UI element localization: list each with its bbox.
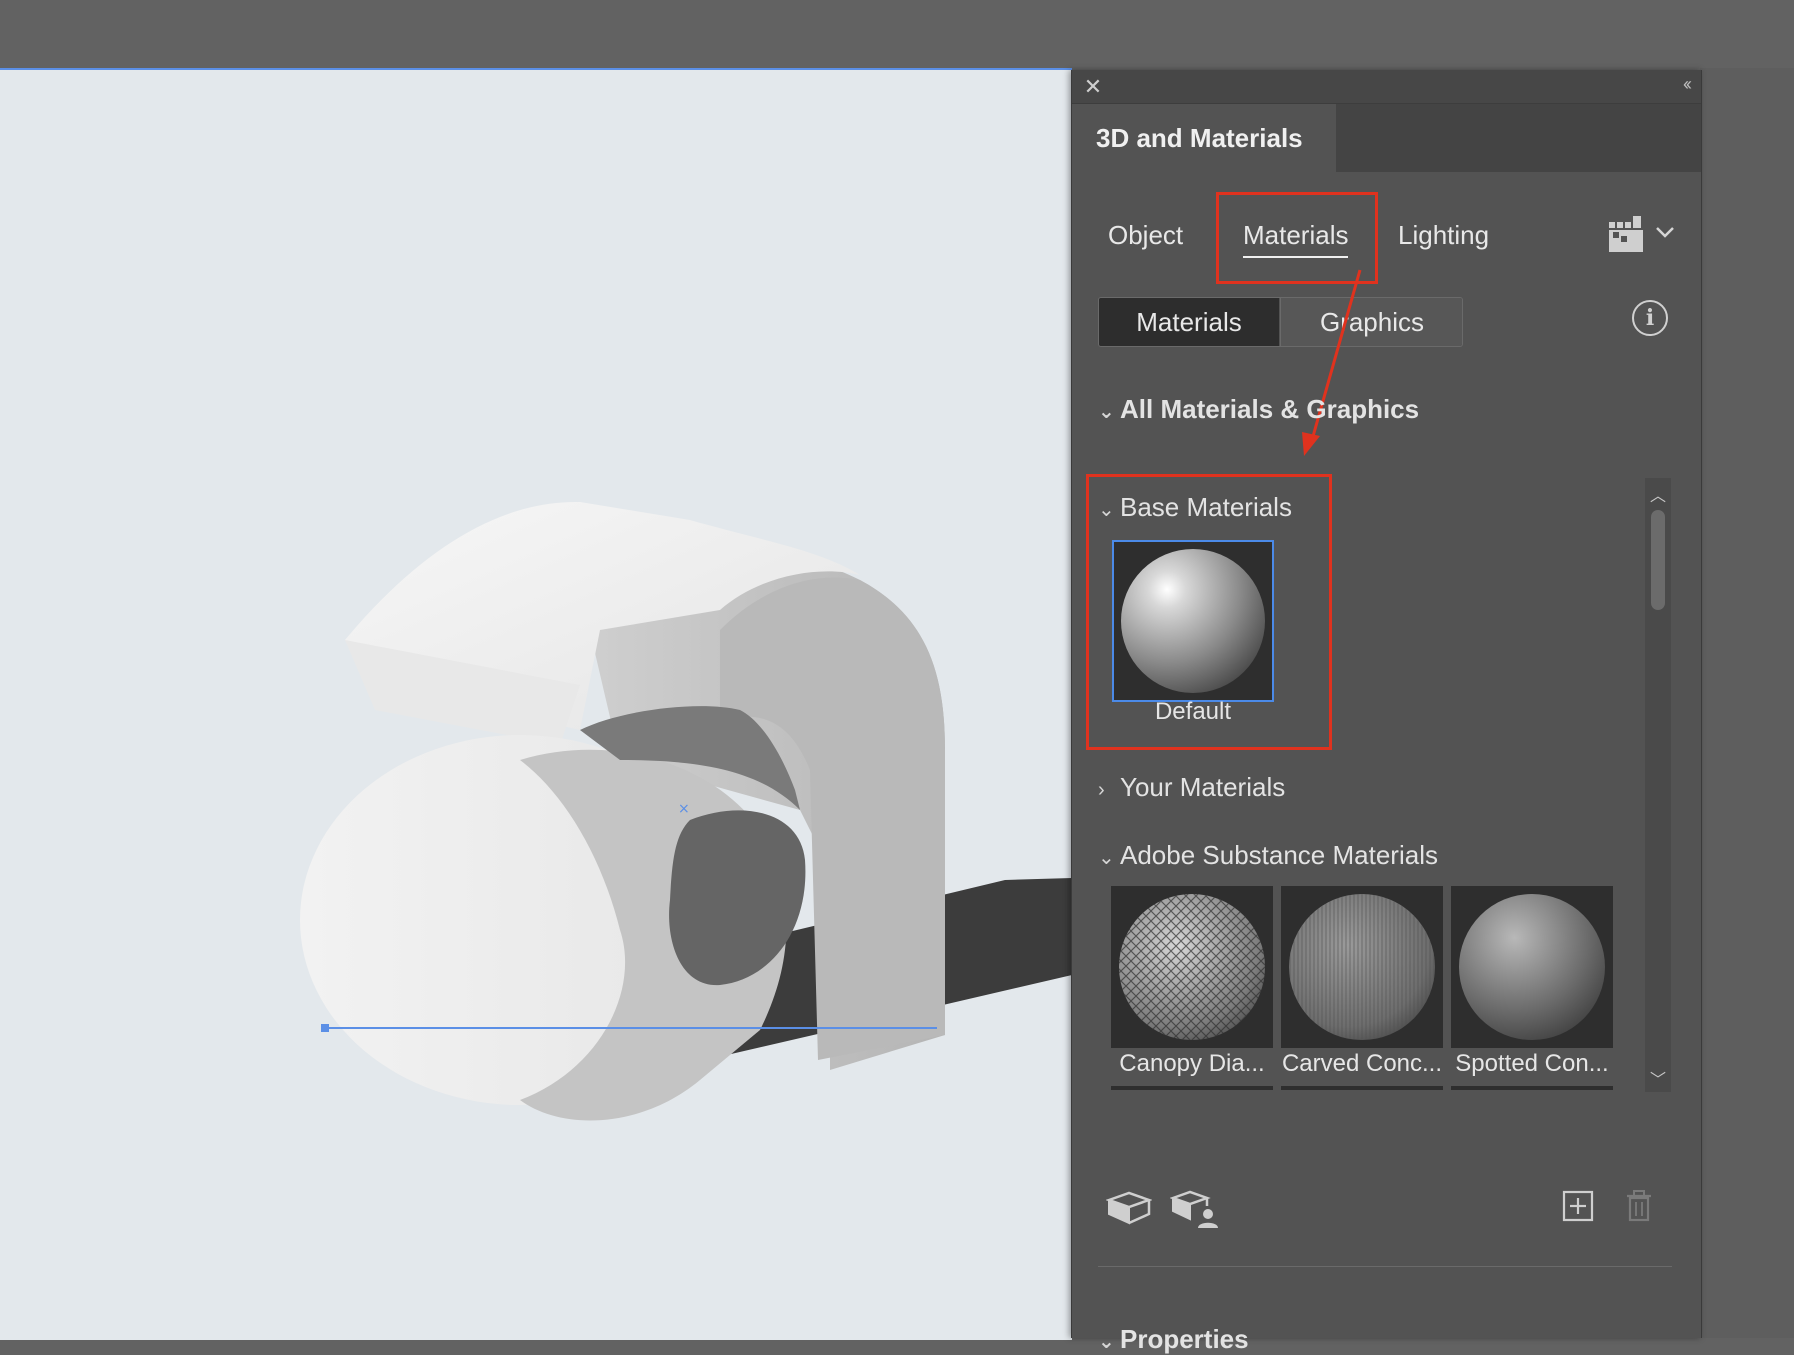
cube-user-icon[interactable] [1170,1190,1220,1230]
sphere-preview-canopy [1119,894,1265,1040]
next-row-tile [1281,1086,1443,1090]
material-tile-spotted-concrete[interactable] [1451,886,1613,1048]
materials-scrollbar[interactable]: ︿ ﹀ [1645,478,1671,1092]
material-label-default: Default [1154,698,1232,725]
chevron-down-icon: ⌄ [1098,401,1115,423]
trash-icon[interactable] [1625,1190,1653,1222]
chevron-down-icon: ⌄ [1098,847,1115,869]
add-icon[interactable] [1562,1190,1594,1222]
3d-materials-panel: ✕ ‹‹ 3D and Materials Object Materials L… [1071,70,1702,1354]
material-label-spotted-concrete: Spotted Con... [1455,1050,1609,1077]
next-row-tile [1111,1086,1273,1090]
next-row-tile [1451,1086,1613,1090]
section-properties[interactable]: ⌄ Properties [1098,1324,1249,1355]
sphere-preview-carved-concrete [1289,894,1435,1040]
material-label-carved-concrete: Carved Conc... [1281,1050,1443,1077]
material-tile-default[interactable] [1112,540,1274,702]
section-base-label: Base Materials [1120,492,1292,522]
3d-letter-a-artwork[interactable]: × [0,70,1072,1340]
sphere-preview-spotted-concrete [1459,894,1605,1040]
section-your-materials[interactable]: › Your Materials [1098,772,1285,803]
artboard-canvas[interactable]: × [0,68,1072,1340]
section-yours-label: Your Materials [1120,772,1286,802]
chevron-right-icon: › [1098,779,1105,801]
section-substance-label: Adobe Substance Materials [1120,840,1438,870]
material-tile-carved-concrete[interactable] [1281,886,1443,1048]
chevron-down-icon: ⌄ [1098,1331,1115,1353]
section-all-materials-graphics[interactable]: ⌄ All Materials & Graphics [1098,394,1419,425]
sphere-preview-default [1121,549,1265,693]
section-properties-label: Properties [1120,1324,1249,1354]
section-all-label: All Materials & Graphics [1120,394,1420,424]
cube-icon[interactable] [1106,1190,1152,1226]
scroll-down-icon[interactable]: ﹀ [1648,1066,1668,1089]
panel-divider [1098,1266,1672,1267]
workspace-background [1700,68,1794,1338]
section-base-materials[interactable]: ⌄ Base Materials [1098,492,1292,523]
scroll-up-icon[interactable]: ︿ [1648,482,1668,505]
material-tile-canopy[interactable] [1111,886,1273,1048]
section-adobe-substance-materials[interactable]: ⌄ Adobe Substance Materials [1098,840,1438,871]
material-label-canopy: Canopy Dia... [1119,1050,1265,1077]
chevron-down-icon: ⌄ [1098,499,1115,521]
scrollbar-thumb[interactable] [1651,510,1665,610]
svg-text:×: × [678,801,690,817]
